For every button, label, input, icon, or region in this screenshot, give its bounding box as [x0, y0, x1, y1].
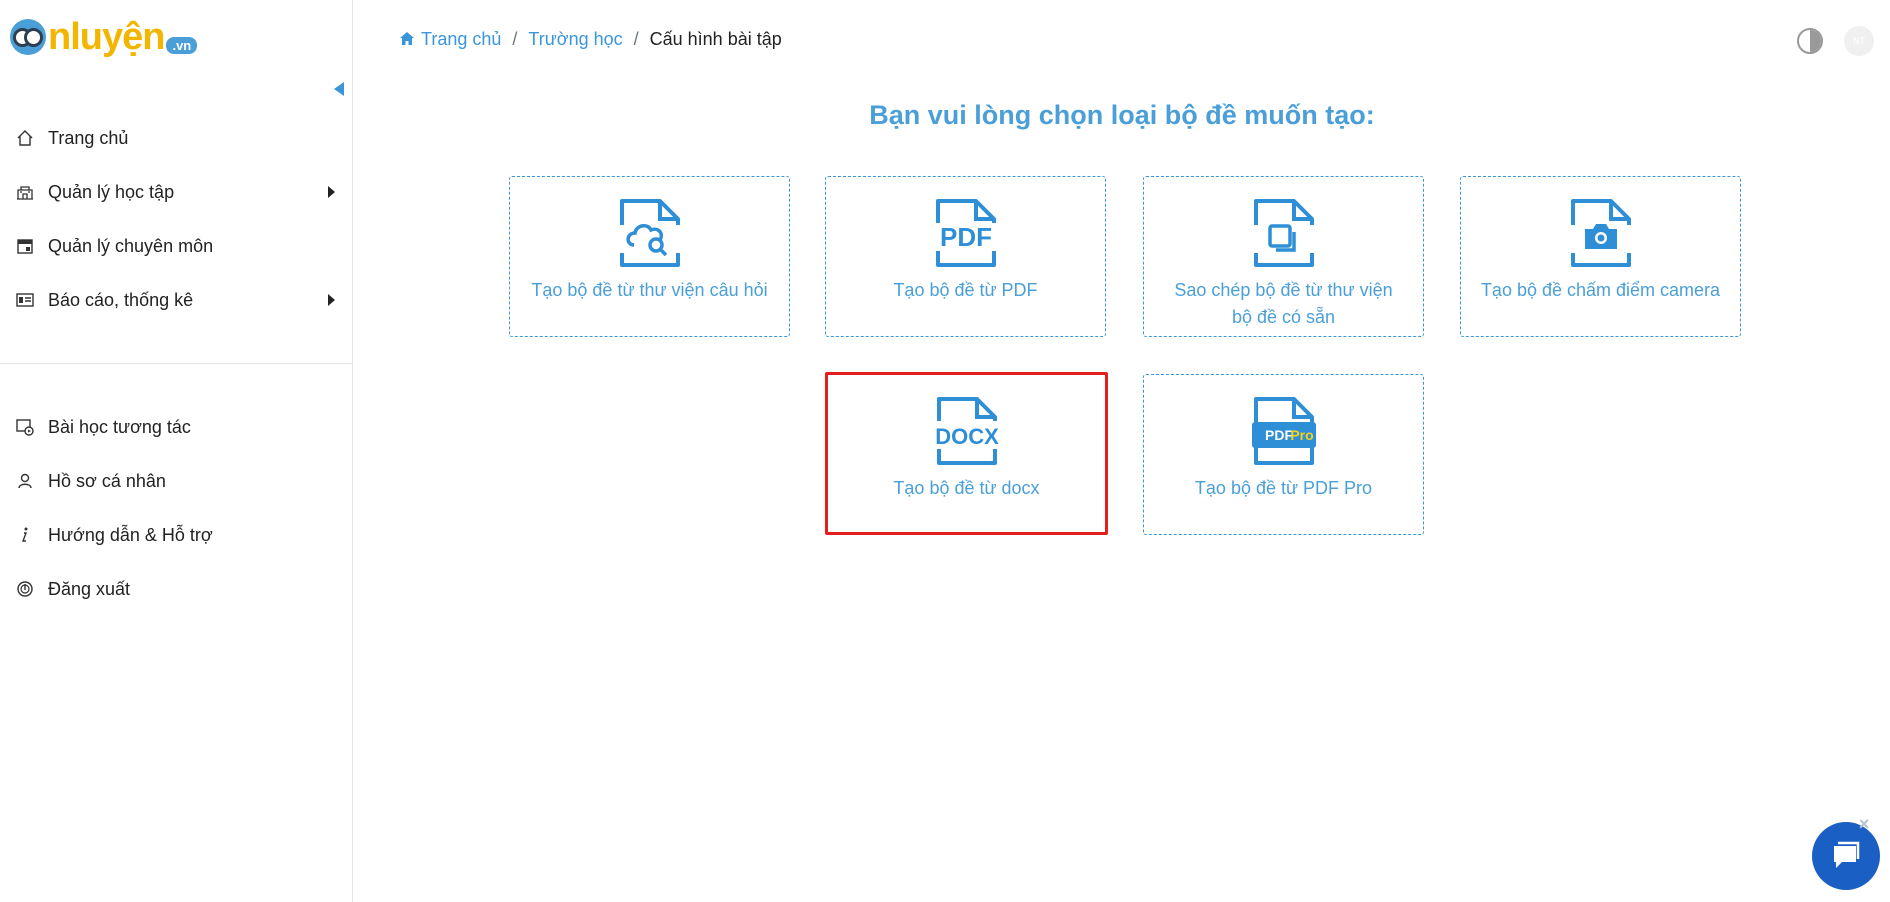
copy-file-icon [1252, 199, 1315, 267]
sidebar-item-huong-dan-ho-tro[interactable]: Hướng dẫn & Hỗ trợ [0, 508, 353, 562]
option-label: Tạo bộ đề từ docx [893, 478, 1040, 498]
calendar-icon [16, 237, 34, 255]
breadcrumb-school-link[interactable]: Trường học [528, 29, 622, 50]
sidebar-item-label: Hướng dẫn & Hỗ trợ [48, 524, 213, 545]
sidebar-item-bao-cao-thong-ke[interactable]: Báo cáo, thống kê [0, 273, 353, 327]
option-label: Sao chép bộ đề từ thư viện bộ đề có sẵn [1174, 280, 1393, 327]
sidebar-item-label: Quản lý chuyên môn [48, 235, 214, 256]
avatar[interactable]: NT [1844, 26, 1874, 56]
interactive-lesson-icon [16, 418, 34, 436]
option-pdf[interactable]: PDF Tạo bộ đề từ PDF [825, 176, 1106, 337]
option-label: Tạo bộ đề từ PDF Pro [1194, 478, 1373, 498]
sidebar-item-dang-xuat[interactable]: Đăng xuất [0, 562, 353, 616]
option-camera-grading[interactable]: Tạo bộ đề chấm điểm camera [1460, 176, 1741, 337]
breadcrumb-home-label: Trang chủ [421, 29, 502, 49]
option-copy-library[interactable]: Sao chép bộ đề từ thư viện bộ đề có sẵn [1143, 176, 1424, 337]
owl-logo-icon [10, 19, 46, 55]
close-icon[interactable]: × [1855, 815, 1873, 833]
pdf-pro-icon-text: PDF [1265, 427, 1293, 443]
cloud-search-file-icon [618, 199, 681, 267]
info-icon [16, 526, 34, 544]
option-question-library[interactable]: Tạo bộ đề từ thư viện câu hỏi [509, 176, 790, 337]
page-title: Bạn vui lòng chọn loại bộ đề muốn tạo: [869, 100, 1375, 130]
option-label: Tạo bộ đề chấm điểm camera [1480, 280, 1721, 300]
chevron-right-icon [328, 186, 335, 198]
sidebar-item-quan-ly-chuyen-mon[interactable]: Quản lý chuyên môn [0, 219, 353, 273]
sidebar-item-label: Bài học tương tác [48, 416, 191, 437]
school-icon [16, 183, 34, 201]
sidebar-item-quan-ly-hoc-tap[interactable]: Quản lý học tập [0, 165, 353, 219]
sidebar-menu-secondary: Bài học tương tác Hồ sơ cá nhân Hướng dẫ… [0, 400, 353, 616]
option-label: Tạo bộ đề từ PDF [893, 280, 1038, 300]
pdf-pro-icon-accent: Pro [1290, 427, 1313, 443]
sidebar-item-label: Hồ sơ cá nhân [48, 470, 166, 491]
breadcrumb-current: Cấu hình bài tập [649, 29, 782, 49]
breadcrumb-separator: / [512, 29, 518, 49]
chevron-right-icon [328, 294, 335, 306]
docx-file-icon: DOCX [934, 397, 999, 465]
sidebar-item-label: Trang chủ [48, 127, 129, 148]
home-icon [400, 32, 414, 45]
report-icon [16, 291, 34, 309]
sidebar-item-label: Báo cáo, thống kê [48, 289, 194, 310]
logo-text: nluyện [48, 15, 165, 58]
sidebar: nluyện .vn Trang chủ Quản lý học tập Quả… [0, 0, 353, 902]
sidebar-menu-main: Trang chủ Quản lý học tập Quản lý chuyên… [0, 111, 353, 327]
camera-file-icon [1569, 199, 1632, 267]
docx-icon-text: DOCX [935, 424, 999, 449]
breadcrumb: Trang chủ / Trường học / Cấu hình bài tậ… [399, 29, 782, 50]
sidebar-item-bai-hoc-tuong-tac[interactable]: Bài học tương tác [0, 400, 353, 454]
sidebar-divider [0, 363, 353, 364]
logo-suffix: .vn [166, 37, 198, 54]
user-icon [16, 472, 34, 490]
sidebar-item-label: Đăng xuất [48, 578, 131, 599]
sidebar-item-trang-chu[interactable]: Trang chủ [0, 111, 353, 165]
option-pdf-pro[interactable]: PDF Pro Tạo bộ đề từ PDF Pro [1143, 374, 1424, 535]
option-label: Tạo bộ đề từ thư viện câu hỏi [531, 280, 768, 300]
sidebar-item-label: Quản lý học tập [48, 181, 175, 202]
breadcrumb-separator: / [633, 29, 639, 49]
pdf-pro-file-icon: PDF Pro [1251, 397, 1316, 465]
pdf-icon-text: PDF [940, 222, 992, 252]
option-docx[interactable]: DOCX Tạo bộ đề từ docx [825, 372, 1108, 535]
chat-bubble-icon [1834, 841, 1860, 868]
home-icon [16, 129, 34, 147]
main-content: Trang chủ / Trường học / Cấu hình bài tậ… [354, 0, 1890, 902]
breadcrumb-home-link[interactable]: Trang chủ [399, 29, 501, 50]
power-icon [16, 580, 34, 598]
sidebar-item-ho-so-ca-nhan[interactable]: Hồ sơ cá nhân [0, 454, 353, 508]
logo[interactable]: nluyện .vn [10, 14, 198, 60]
collapse-sidebar-button[interactable] [334, 82, 344, 96]
pdf-file-icon: PDF [933, 199, 998, 267]
theme-toggle-icon[interactable] [1797, 28, 1823, 54]
